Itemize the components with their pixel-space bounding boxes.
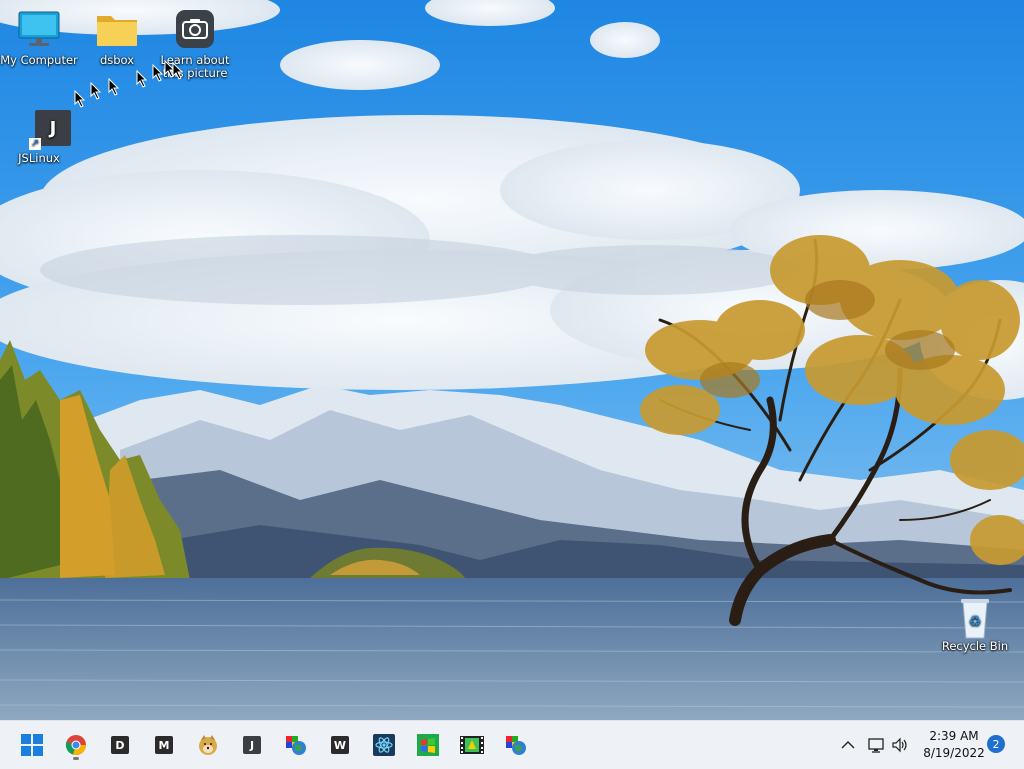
camera-icon xyxy=(171,10,219,50)
taskbar-app-chrome[interactable] xyxy=(60,729,92,761)
desktop-icon-label: My Computer xyxy=(0,53,78,67)
taskbar-app-w[interactable]: W xyxy=(324,729,356,761)
taskbar-clock[interactable]: 2:39 AM 8/19/2022 xyxy=(918,728,990,762)
jslinux-shortcut-icon: J ↗ xyxy=(15,108,71,150)
recycle-bin-icon: ♻ xyxy=(951,596,999,639)
desktop-icon-label: Recycle Bin xyxy=(941,639,1009,653)
mouse-cursor-icon xyxy=(152,64,164,82)
clock-date: 8/19/2022 xyxy=(923,746,985,760)
taskbar-app-d[interactable]: D xyxy=(104,729,136,761)
app-d-icon: D xyxy=(111,736,129,754)
app-w-icon: W xyxy=(331,736,349,754)
notification-badge[interactable]: 2 xyxy=(987,735,1005,753)
taskbar-app-atom[interactable] xyxy=(368,729,400,761)
taskbar-app-windows-flag[interactable] xyxy=(412,729,444,761)
windows-logo-icon xyxy=(21,734,43,756)
desktop-icon-label: JSLinux xyxy=(18,151,60,165)
taskbar-app-globe[interactable] xyxy=(280,729,312,761)
mouse-cursor-icon xyxy=(136,70,148,88)
taskbar-app-globe-2[interactable] xyxy=(500,729,532,761)
taskbar-app-j[interactable]: J xyxy=(236,729,268,761)
taskbar-app-m[interactable]: M xyxy=(148,729,180,761)
taskbar-app-film[interactable] xyxy=(456,729,488,761)
desktop-icon-my-computer[interactable]: My Computer xyxy=(0,10,78,67)
shortcut-arrow-icon: ↗ xyxy=(29,138,41,150)
globe-app-icon xyxy=(286,736,306,755)
desktop-icon-label: dsbox xyxy=(99,53,135,67)
computer-icon xyxy=(15,10,63,50)
mouse-cursor-icon xyxy=(172,62,184,80)
desktop-icon-jslinux[interactable]: J ↗ JSLinux xyxy=(0,108,78,165)
film-icon xyxy=(460,736,484,754)
mouse-cursor-icon xyxy=(90,82,102,100)
folder-icon xyxy=(93,10,141,50)
doge-icon xyxy=(199,735,217,755)
chrome-icon xyxy=(65,735,86,755)
taskbar-app-doge[interactable] xyxy=(192,729,224,761)
atom-icon xyxy=(373,734,395,756)
svg-text:♻: ♻ xyxy=(969,614,982,630)
active-indicator xyxy=(73,757,79,760)
taskbar: D M J W 2:39 AM 8/19/2022 xyxy=(0,720,1024,769)
volume-button[interactable] xyxy=(884,729,916,761)
start-button[interactable] xyxy=(16,729,48,761)
globe-app-icon-2 xyxy=(506,736,526,755)
desktop-icon-dsbox[interactable]: dsbox xyxy=(78,10,156,67)
clock-time: 2:39 AM xyxy=(929,729,979,743)
mouse-cursor-icon xyxy=(108,78,120,96)
network-icon xyxy=(868,738,884,753)
desktop-icon-recycle-bin[interactable]: ♻ Recycle Bin xyxy=(936,596,1014,653)
desktop-wallpaper xyxy=(0,0,1024,720)
app-m-icon: M xyxy=(155,736,173,754)
chevron-up-icon xyxy=(841,741,855,749)
app-j-icon: J xyxy=(243,736,261,754)
windows-flag-icon xyxy=(417,734,439,756)
mouse-cursor-icon xyxy=(74,90,86,108)
speaker-icon xyxy=(892,737,907,753)
